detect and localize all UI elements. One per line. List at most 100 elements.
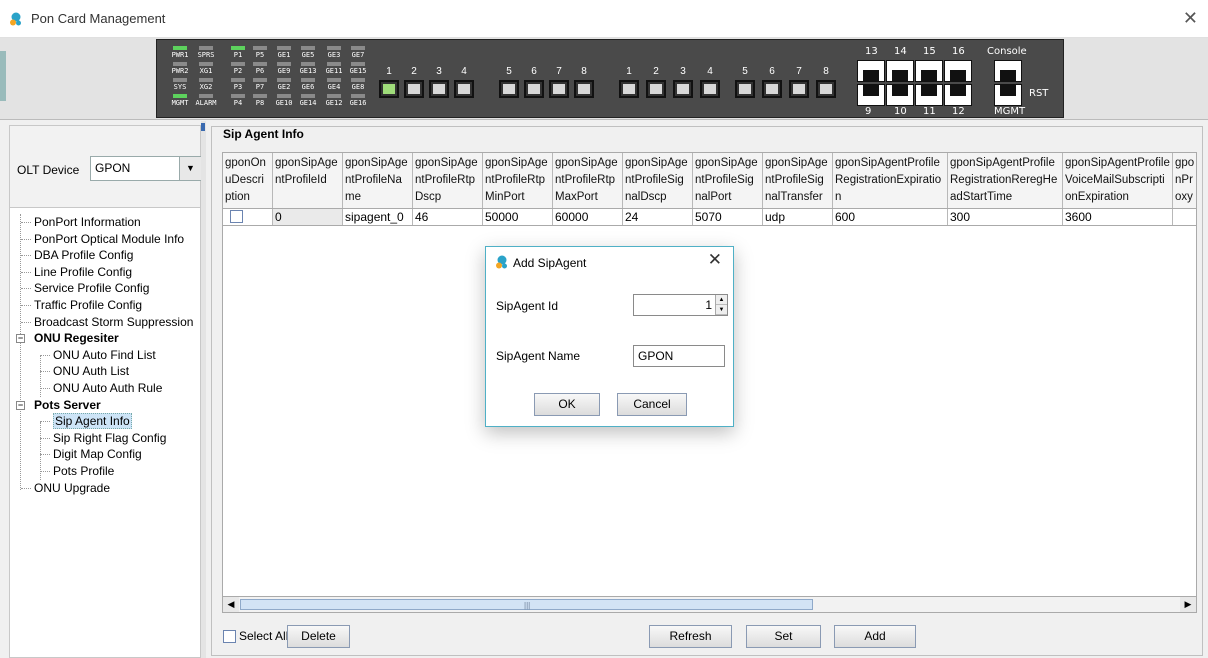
- column-header[interactable]: gponSipAgentProfileRegistrationExpiratio…: [833, 153, 948, 208]
- rj45-port-icon[interactable]: [944, 84, 972, 106]
- table-cell[interactable]: 60000: [553, 209, 623, 225]
- delete-button[interactable]: Delete: [287, 625, 350, 648]
- rj45-port-icon[interactable]: [886, 60, 914, 82]
- refresh-button[interactable]: Refresh: [649, 625, 732, 648]
- tree-item[interactable]: Broadcast Storm Suppression: [10, 314, 200, 331]
- led-label: GE8: [351, 83, 365, 91]
- tree-item[interactable]: Pots Profile: [10, 463, 200, 480]
- table-cell[interactable]: 46: [413, 209, 483, 225]
- cancel-button[interactable]: Cancel: [617, 393, 687, 416]
- table-cell[interactable]: 600: [833, 209, 948, 225]
- pon-port-icon[interactable]: [454, 80, 474, 98]
- mgmt-port-icon[interactable]: [994, 84, 1022, 106]
- pon-port-icon[interactable]: [524, 80, 544, 98]
- pon-port-icon[interactable]: [379, 80, 399, 98]
- close-icon[interactable]: ✕: [708, 250, 722, 270]
- tree-item[interactable]: Sip Agent Info: [10, 413, 200, 430]
- pon-port-icon[interactable]: [574, 80, 594, 98]
- tree-group[interactable]: − ONU Regesiter: [10, 330, 200, 347]
- collapse-arrow-icon[interactable]: [201, 123, 205, 131]
- ok-button[interactable]: OK: [534, 393, 600, 416]
- table-row[interactable]: 0 sipagent_0 46 50000 60000 24 5070 udp 600 300 36…: [223, 209, 1196, 226]
- scroll-thumb[interactable]: |||: [240, 599, 813, 610]
- rj45-port-icon[interactable]: [915, 84, 943, 106]
- chevron-down-icon[interactable]: ▼: [179, 157, 201, 180]
- column-header[interactable]: gponSipAgentProfileRtpMinPort: [483, 153, 553, 208]
- tree-item[interactable]: Service Profile Config: [10, 280, 200, 297]
- rj45-port-icon[interactable]: [857, 84, 885, 106]
- tree-item[interactable]: ONU Auto Find List: [10, 347, 200, 364]
- ge-port-icon[interactable]: [762, 80, 782, 98]
- ge-port-icon[interactable]: [789, 80, 809, 98]
- column-header[interactable]: gponSipAgentProfileSignalTransferMode: [763, 153, 833, 208]
- console-port-icon[interactable]: [994, 60, 1022, 82]
- ge-port-icon[interactable]: [816, 80, 836, 98]
- ge-port-icon[interactable]: [700, 80, 720, 98]
- table-cell[interactable]: 24: [623, 209, 693, 225]
- row-checkbox[interactable]: [230, 210, 243, 223]
- table-cell[interactable]: udp: [763, 209, 833, 225]
- close-icon[interactable]: ✕: [1183, 8, 1198, 28]
- ge-port-icon[interactable]: [735, 80, 755, 98]
- table-cell[interactable]: [223, 209, 273, 225]
- pon-port-icon[interactable]: [549, 80, 569, 98]
- tree-group[interactable]: − Pots Server: [10, 397, 200, 414]
- tree-item-label: PonPort Optical Module Info: [34, 231, 185, 246]
- select-all-checkbox[interactable]: Select All: [223, 629, 288, 644]
- checkbox-icon[interactable]: [223, 630, 236, 644]
- tree-item[interactable]: Line Profile Config: [10, 264, 200, 281]
- rj45-port-icon[interactable]: [915, 60, 943, 82]
- set-button[interactable]: Set: [746, 625, 821, 648]
- tree-item[interactable]: ONU Auth List: [10, 363, 200, 380]
- column-header[interactable]: gponSipAgentProfileId: [273, 153, 343, 208]
- table-cell[interactable]: 50000: [483, 209, 553, 225]
- tree-item[interactable]: ONU Upgrade: [10, 480, 200, 497]
- rj45-port-icon[interactable]: [857, 60, 885, 82]
- column-header[interactable]: gponSipAgentProfileSignalPort: [693, 153, 763, 208]
- table-cell[interactable]: 0: [273, 209, 343, 225]
- add-button[interactable]: Add: [834, 625, 916, 648]
- tree-item[interactable]: PonPort Information: [10, 214, 200, 231]
- pon-port-icon[interactable]: [429, 80, 449, 98]
- pon-port-icon[interactable]: [499, 80, 519, 98]
- table-cell[interactable]: 300: [948, 209, 1063, 225]
- column-header[interactable]: gponSipAgentProfileName: [343, 153, 413, 208]
- ge-port-icon[interactable]: [619, 80, 639, 98]
- pon-port-icon[interactable]: [404, 80, 424, 98]
- column-header[interactable]: gponSipAgentProfileSignalDscp: [623, 153, 693, 208]
- rj45-port-icon[interactable]: [886, 84, 914, 106]
- column-header[interactable]: gponProxy: [1173, 153, 1196, 208]
- column-header[interactable]: gponSipAgentProfileVoiceMailSubscription…: [1063, 153, 1173, 208]
- column-header[interactable]: gponSipAgentProfileRegistrationReregHead…: [948, 153, 1063, 208]
- olt-device-select[interactable]: GPON ▼: [90, 156, 202, 181]
- sipagent-id-value[interactable]: 1: [705, 298, 712, 312]
- sipagent-name-field[interactable]: GPON: [633, 345, 725, 367]
- column-header[interactable]: gponSipAgentProfileRtpMaxPort: [553, 153, 623, 208]
- horizontal-scrollbar[interactable]: ◀ ||| ▶: [222, 596, 1197, 613]
- ge-port-icon[interactable]: [673, 80, 693, 98]
- scroll-left-icon[interactable]: ◀: [223, 597, 239, 612]
- tree-item-label: Service Profile Config: [34, 281, 150, 296]
- rj45-port-icon[interactable]: [944, 60, 972, 82]
- column-header[interactable]: gponOnuDescription: [223, 153, 273, 208]
- table-cell[interactable]: [1173, 209, 1196, 225]
- collapse-icon[interactable]: −: [16, 400, 25, 410]
- spin-down-icon[interactable]: ▼: [716, 305, 727, 315]
- table-cell[interactable]: sipagent_0: [343, 209, 413, 225]
- sipagent-id-spinner[interactable]: 1 ▲ ▼: [633, 294, 728, 316]
- table-cell[interactable]: 3600: [1063, 209, 1173, 225]
- collapse-icon[interactable]: −: [16, 334, 25, 344]
- scroll-right-icon[interactable]: ▶: [1180, 597, 1196, 612]
- tree-item[interactable]: PonPort Optical Module Info: [10, 231, 200, 248]
- column-header[interactable]: gponSipAgentProfileRtpDscp: [413, 153, 483, 208]
- ge-port-icon[interactable]: [646, 80, 666, 98]
- tree-item[interactable]: DBA Profile Config: [10, 247, 200, 264]
- tree-item[interactable]: Sip Right Flag Config: [10, 430, 200, 447]
- tree-item[interactable]: Digit Map Config: [10, 446, 200, 463]
- status-led: ALARM: [191, 94, 221, 110]
- port-number: 2: [653, 66, 659, 77]
- tree-item[interactable]: Traffic Profile Config: [10, 297, 200, 314]
- tree-item[interactable]: ONU Auto Auth Rule: [10, 380, 200, 397]
- table-cell[interactable]: 5070: [693, 209, 763, 225]
- spin-up-icon[interactable]: ▲: [716, 295, 727, 305]
